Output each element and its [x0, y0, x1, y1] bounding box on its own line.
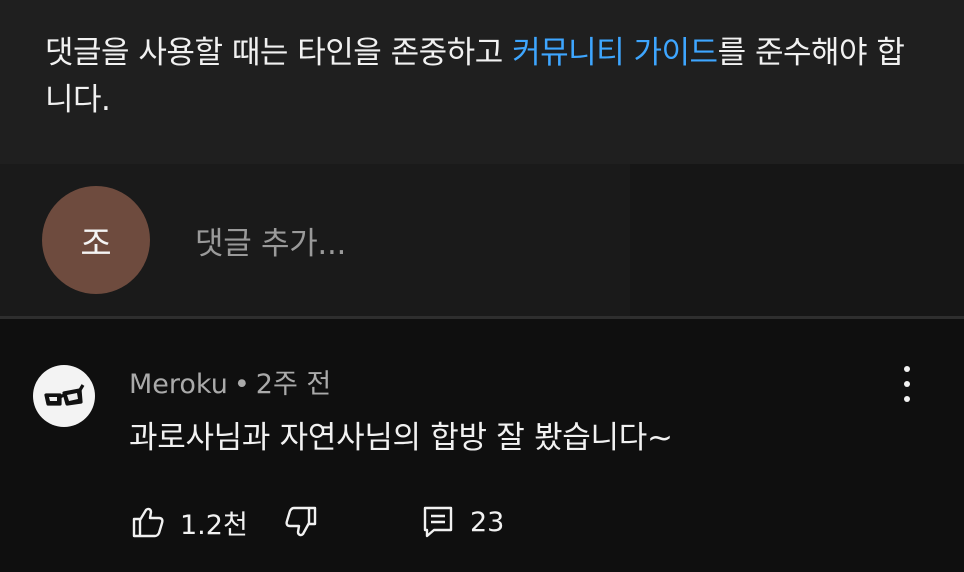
glasses-icon: [44, 384, 85, 406]
notice-text: 댓글을 사용할 때는 타인을 존중하고 커뮤니티 가이드를 준수해야 합니다.: [45, 30, 925, 124]
reply-button[interactable]: 23: [420, 500, 504, 544]
comments-panel: 댓글을 사용할 때는 타인을 존중하고 커뮤니티 가이드를 준수해야 합니다. …: [0, 0, 964, 572]
comment-author[interactable]: Meroku: [129, 369, 228, 400]
commenter-avatar[interactable]: [33, 365, 95, 427]
add-comment-input[interactable]: 댓글 추가...: [195, 218, 346, 263]
thumbs-down-icon: [285, 506, 317, 537]
divider: [0, 316, 964, 319]
comment-actions: 1.2천 23: [130, 500, 550, 544]
like-button[interactable]: 1.2천: [130, 500, 248, 544]
reply-count: 23: [470, 506, 505, 538]
reply-icon: [423, 506, 453, 538]
thumbs-up-icon: [132, 507, 164, 538]
comment-meta: Meroku • 2주 전: [129, 362, 331, 401]
dislike-button[interactable]: [283, 500, 319, 544]
user-avatar: 조: [42, 186, 150, 294]
more-dot-icon: [904, 366, 910, 372]
more-dot-icon: [904, 396, 910, 402]
comment-text: 과로사님과 자연사님의 합방 잘 봤습니다~: [129, 420, 673, 456]
user-avatar-initial: 조: [80, 223, 112, 264]
comment-time: 2주 전: [255, 369, 332, 400]
community-guidelines-link[interactable]: 커뮤니티 가이드: [512, 35, 718, 71]
community-guidelines-notice: 댓글을 사용할 때는 타인을 존중하고 커뮤니티 가이드를 준수해야 합니다.: [0, 0, 964, 164]
more-options-button[interactable]: [892, 364, 922, 404]
like-count: 1.2천: [180, 509, 248, 541]
meta-separator: •: [233, 369, 250, 400]
notice-text-before: 댓글을 사용할 때는 타인을 존중하고: [45, 35, 513, 71]
more-dot-icon: [904, 381, 910, 387]
